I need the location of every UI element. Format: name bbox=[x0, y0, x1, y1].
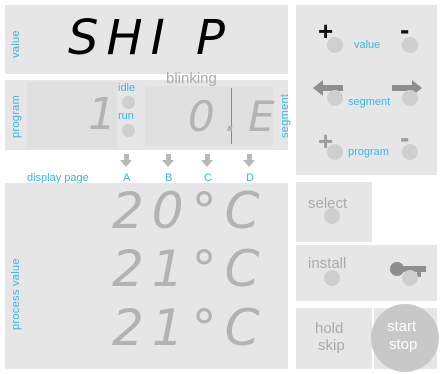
run-indicator-led bbox=[122, 124, 135, 137]
program-minus-led bbox=[402, 144, 418, 160]
program-button-label: program bbox=[348, 146, 389, 158]
process-value-row-2: 21°C bbox=[112, 240, 268, 298]
install-button-label[interactable]: install bbox=[308, 255, 346, 272]
process-value-side-label: process value bbox=[10, 258, 22, 330]
stop-label: stop bbox=[389, 336, 418, 353]
install-led bbox=[324, 270, 340, 286]
program-side-label: program bbox=[10, 94, 22, 138]
value-side-label: value bbox=[10, 30, 22, 58]
process-value-row-1: 20°C bbox=[112, 182, 268, 240]
process-value-row-3: 21°C bbox=[112, 299, 268, 357]
segment-button-label: segment bbox=[348, 96, 391, 108]
skip-label: skip bbox=[318, 337, 345, 354]
value-minus-led bbox=[402, 37, 418, 53]
select-led bbox=[324, 208, 340, 224]
segment-left-led bbox=[327, 90, 343, 106]
value-plus-led bbox=[327, 37, 343, 53]
main-display-text: SHI P bbox=[68, 10, 233, 66]
program-plus-led bbox=[327, 144, 343, 160]
hold-label: hold bbox=[315, 320, 344, 337]
program-number-display: 1 bbox=[88, 89, 122, 140]
segment-display: 0.E bbox=[188, 92, 285, 141]
run-label: run bbox=[118, 110, 134, 122]
start-label: start bbox=[387, 318, 417, 335]
segment-right-led bbox=[402, 90, 418, 106]
value-button-label: value bbox=[354, 39, 381, 51]
idle-indicator-led bbox=[122, 96, 135, 109]
blinking-note: blinking bbox=[166, 70, 217, 87]
idle-label: idle bbox=[118, 82, 136, 94]
segment-side-label: segment bbox=[279, 93, 291, 138]
install-right-led bbox=[402, 270, 418, 286]
